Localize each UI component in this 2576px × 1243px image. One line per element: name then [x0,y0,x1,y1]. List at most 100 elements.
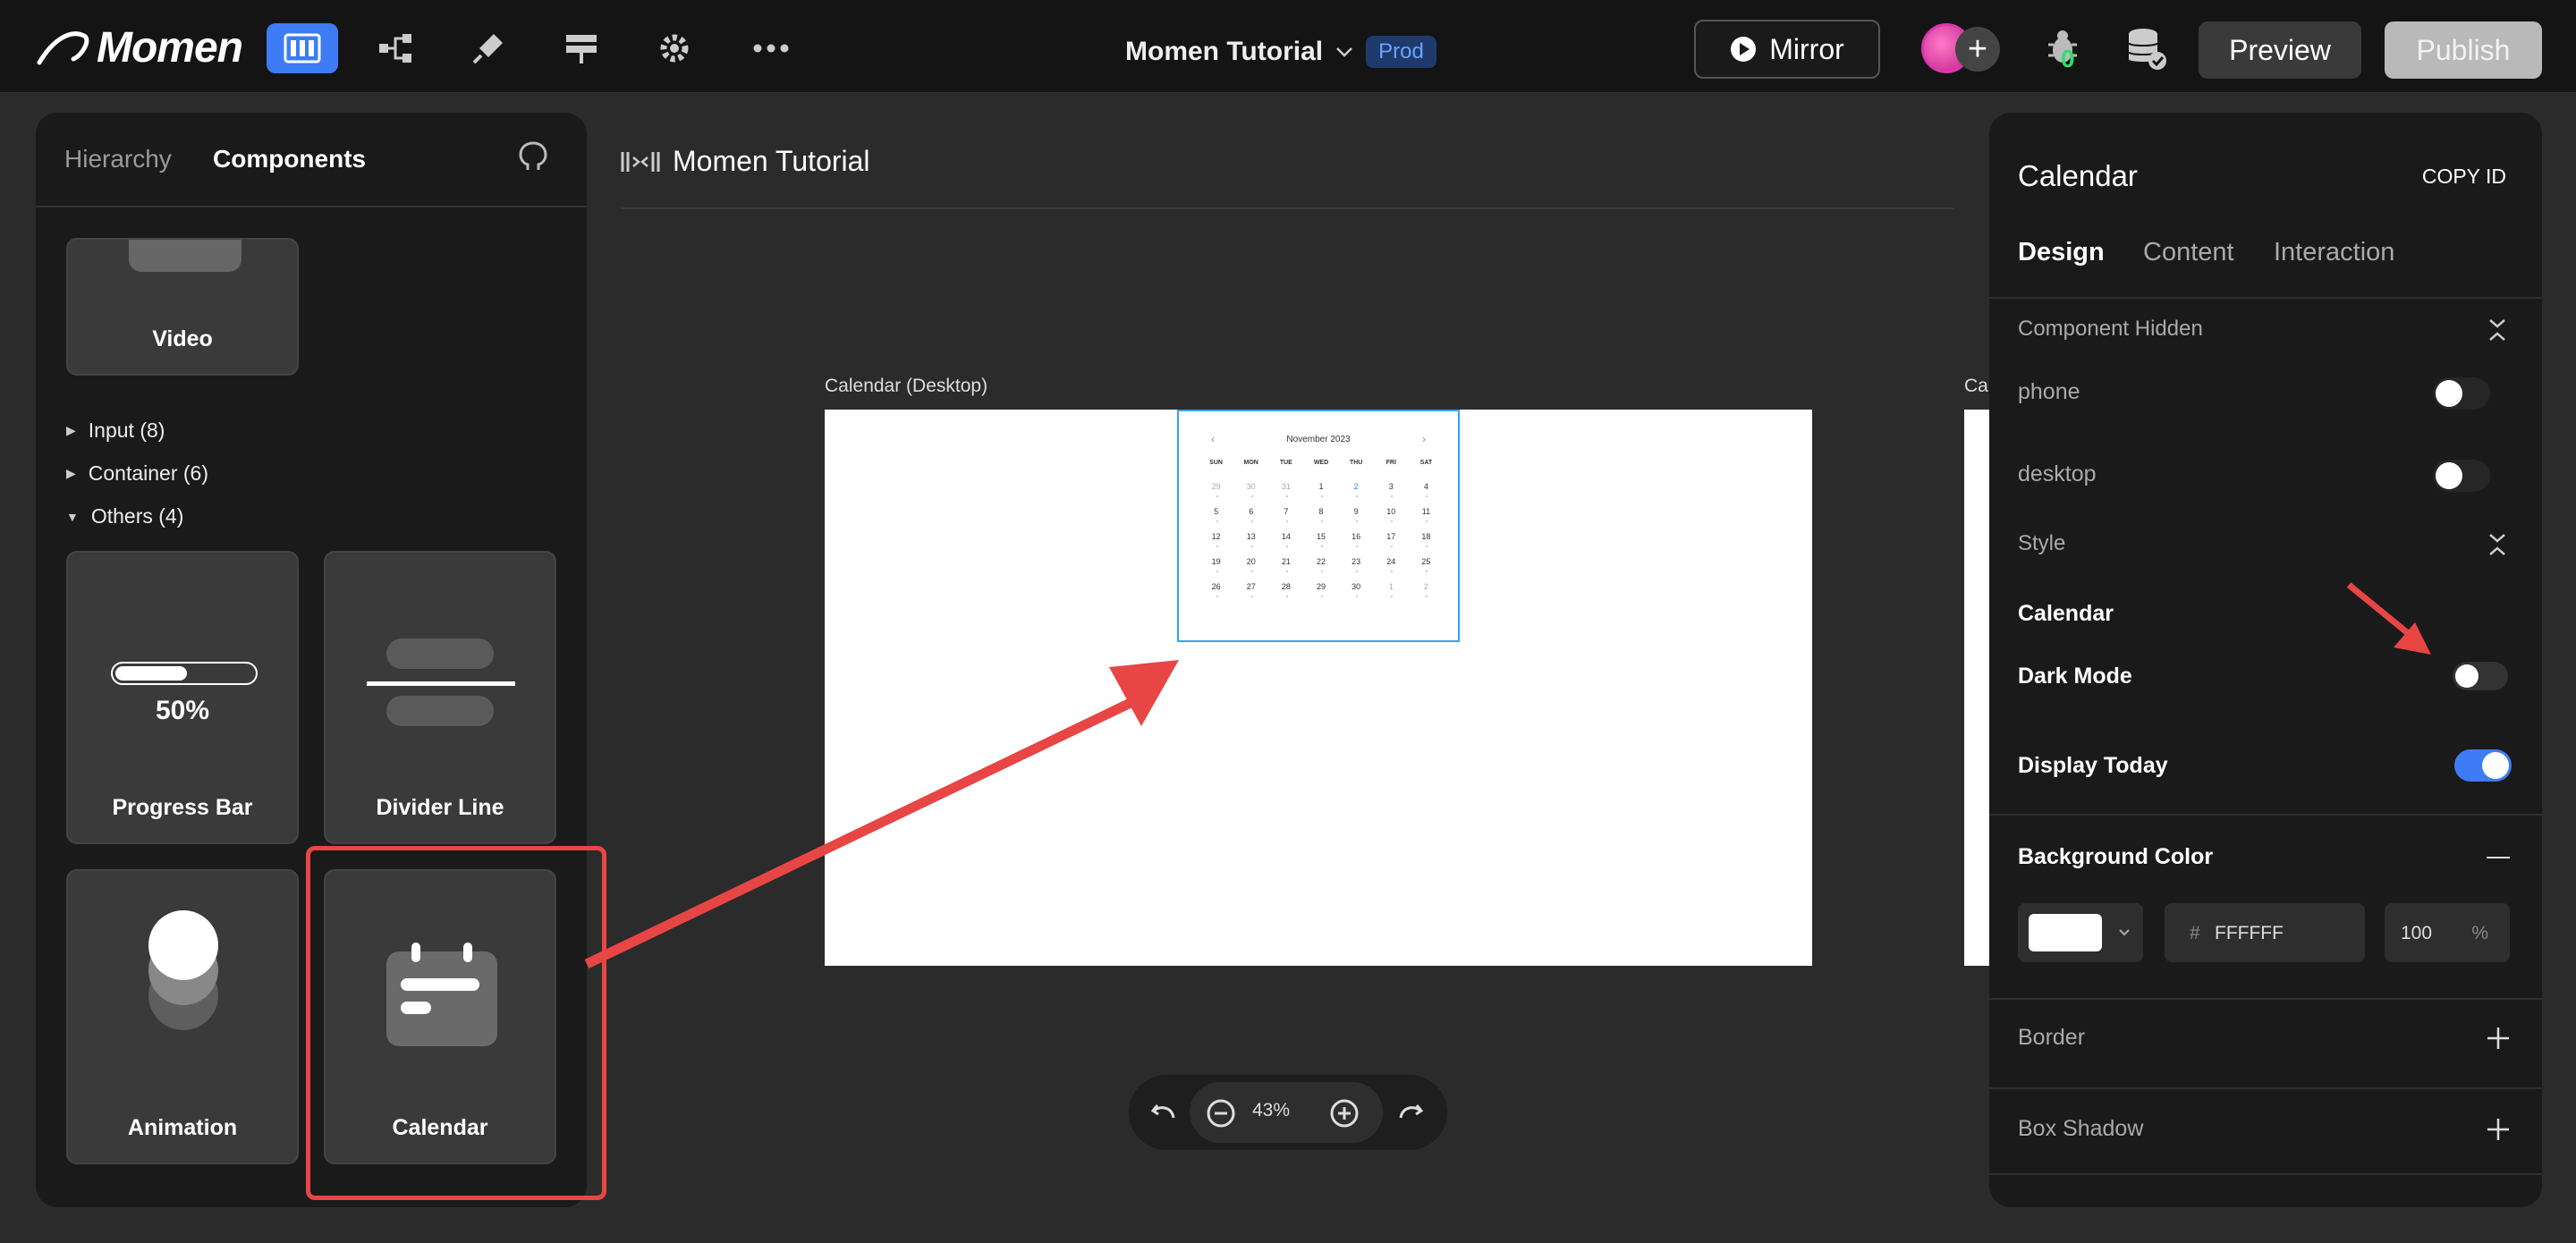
tab-hierarchy[interactable]: Hierarchy [64,145,172,173]
env-badge[interactable]: Prod [1366,36,1436,68]
add-collaborator-button[interactable]: + [1955,27,2000,72]
calendar-day[interactable]: 18 [1409,532,1444,547]
calendar-day[interactable]: 29 [1199,482,1233,497]
calendar-day[interactable]: 6 [1233,507,1268,522]
calendar-day[interactable]: 27 [1233,582,1268,597]
display-today-label: Display Today [2018,753,2168,778]
calendar-day[interactable]: 21 [1268,557,1303,572]
calendar-day[interactable]: 4 [1409,482,1444,497]
page-switch-icon[interactable] [621,150,660,173]
calendar-day[interactable]: 23 [1339,557,1374,572]
database-sync-icon[interactable] [2125,27,2168,72]
hex-color-field[interactable]: # FFFFFF [2165,903,2365,962]
calendar-day[interactable]: 2 [1409,582,1444,597]
copy-id-button[interactable]: COPY ID [2422,165,2506,189]
calendar-day[interactable]: 31 [1268,482,1303,497]
collapse-icon[interactable] [2487,531,2508,558]
settings-button[interactable] [639,23,710,73]
tree-group-container[interactable]: ▶ Container (6) [66,461,208,486]
toggle-knob [2436,380,2462,407]
frame-label-second[interactable]: Cal [1964,376,1993,397]
section-divider [1989,1173,2542,1175]
calendar-day[interactable]: 9 [1339,507,1374,522]
tab-components[interactable]: Components [213,145,366,173]
component-card-divider-line[interactable]: Divider Line [324,551,556,844]
calendar-day[interactable]: 11 [1409,507,1444,522]
opacity-field[interactable]: 100 % [2385,903,2510,962]
calendar-day[interactable]: 26 [1199,582,1233,597]
calendar-day[interactable]: 24 [1374,557,1409,572]
calendar-weekday: WED [1313,460,1329,466]
momen-logo[interactable]: Momen [34,23,243,73]
hex-prefix: # [2190,923,2200,943]
more-button[interactable] [735,23,807,73]
data-model-button[interactable] [546,23,617,73]
calendar-day[interactable]: 14 [1268,532,1303,547]
component-card-video[interactable]: Video [66,238,299,376]
collapse-minus-icon[interactable] [2487,857,2510,858]
tab-design[interactable]: Design [2018,238,2105,267]
calendar-component[interactable]: ‹ November 2023 › SUN MON TUE WED THU FRI SAT 2… [1177,410,1460,642]
calendar-day[interactable]: 12 [1199,532,1233,547]
tab-content[interactable]: Content [2143,238,2234,267]
tab-interaction[interactable]: Interaction [2274,238,2394,267]
calendar-day[interactable]: 7 [1268,507,1303,522]
frame-label-desktop[interactable]: Calendar (Desktop) [825,376,987,397]
calendar-day[interactable]: 22 [1303,557,1338,572]
opacity-value: 100 [2401,923,2433,943]
calendar-day[interactable]: 5 [1199,507,1233,522]
canvas-page-title: Momen Tutorial [673,145,870,177]
calendar-day[interactable]: 17 [1374,532,1409,547]
components-panel-button[interactable] [267,23,338,73]
calendar-day[interactable]: 13 [1233,532,1268,547]
color-picker-button[interactable] [2018,903,2143,962]
tree-group-input[interactable]: ▶ Input (8) [66,419,165,443]
calendar-day[interactable]: 28 [1268,582,1303,597]
logic-flow-button[interactable] [360,23,431,73]
canvas-divider [621,207,1953,209]
calendar-day[interactable]: 30 [1233,482,1268,497]
zoom-in-icon[interactable] [1329,1098,1360,1129]
calendar-day[interactable]: 10 [1374,507,1409,522]
project-selector[interactable]: Momen Tutorial Prod [1125,34,1436,70]
toggle-knob [2455,664,2479,688]
mirror-button[interactable]: Mirror [1694,20,1880,79]
calendar-day[interactable]: 2 [1339,482,1374,497]
calendar-day[interactable]: 29 [1303,582,1338,597]
dark-mode-toggle[interactable] [2453,662,2508,690]
calendar-weekday: TUE [1279,460,1292,466]
collapse-icon[interactable] [2487,317,2508,343]
calendar-day[interactable]: 30 [1339,582,1374,597]
calendar-day[interactable]: 1 [1374,582,1409,597]
undo-icon[interactable] [1150,1100,1177,1125]
desktop-hidden-toggle[interactable] [2433,460,2490,492]
plug-icon [472,34,503,64]
calendar-next-button[interactable]: › [1422,433,1426,445]
calendar-day[interactable]: 20 [1233,557,1268,572]
add-shadow-plus-icon[interactable] [2487,1118,2510,1141]
zoom-out-icon[interactable] [1206,1098,1236,1129]
triangle-right-icon: ▶ [66,423,76,437]
plugins-button[interactable] [453,23,524,73]
redo-icon[interactable] [1397,1100,1424,1125]
display-today-toggle[interactable] [2454,749,2512,782]
component-card-animation[interactable]: Animation [66,869,299,1164]
progress-value: 50% [155,696,210,725]
calendar-day[interactable]: 1 [1303,482,1338,497]
toggle-knob [2436,462,2462,489]
calendar-day[interactable]: 3 [1374,482,1409,497]
publish-button[interactable]: Publish [2385,21,2542,79]
add-border-plus-icon[interactable] [2487,1027,2510,1050]
github-icon[interactable] [515,140,551,175]
calendar-day[interactable]: 19 [1199,557,1233,572]
calendar-weekday: SAT [1419,460,1433,466]
calendar-day[interactable]: 16 [1339,532,1374,547]
calendar-day[interactable]: 15 [1303,532,1338,547]
tree-group-others[interactable]: ▼ Others (4) [66,504,183,528]
calendar-day[interactable]: 8 [1303,507,1338,522]
phone-hidden-toggle[interactable] [2433,377,2490,410]
calendar-day[interactable]: 25 [1409,557,1444,572]
preview-button[interactable]: Preview [2199,21,2361,79]
second-frame[interactable] [1964,410,1991,966]
component-card-progress-bar[interactable]: 50% Progress Bar [66,551,299,844]
